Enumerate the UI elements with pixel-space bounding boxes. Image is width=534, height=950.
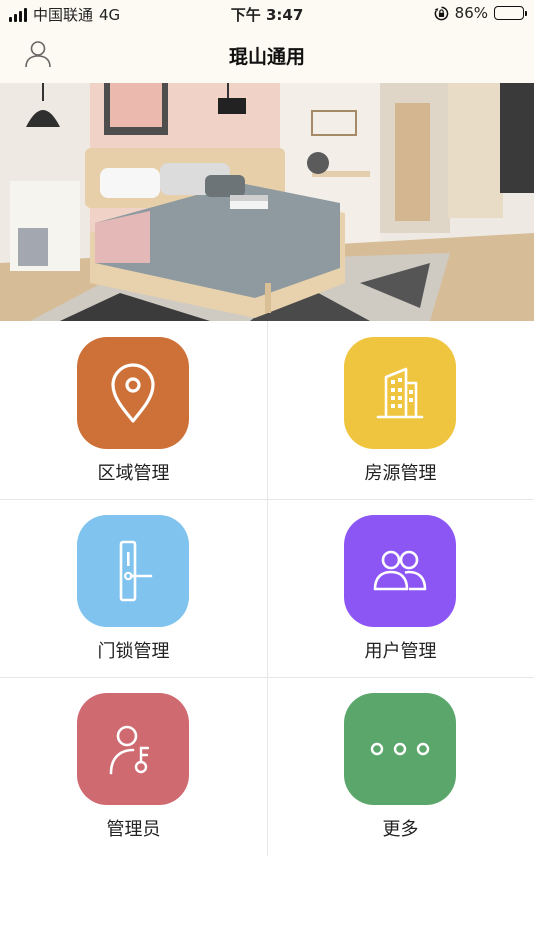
lock-management-tile[interactable] <box>77 515 189 627</box>
building-icon <box>376 367 424 419</box>
more-tile[interactable] <box>344 693 456 805</box>
user-icon[interactable] <box>22 38 54 70</box>
status-right: 86% <box>434 4 527 22</box>
page-title: 琨山通用 <box>228 46 305 68</box>
menu-item-more[interactable]: 更多 <box>267 677 534 855</box>
menu-item-label: 区域管理 <box>97 463 170 484</box>
menu-item-area-management[interactable]: 区域管理 <box>0 321 267 499</box>
menu-item-label: 更多 <box>382 819 419 840</box>
admin-key-icon <box>109 725 150 775</box>
bedroom-photo <box>0 83 534 321</box>
door-lock-icon <box>119 540 153 602</box>
nav-bar: 琨山通用 <box>0 28 534 83</box>
menu-grid: 区域管理 房源管理 门锁管理 用户管理 管理员 更多 <box>0 321 534 856</box>
property-management-tile[interactable] <box>344 337 456 449</box>
more-icon <box>370 742 430 756</box>
menu-item-label: 用户管理 <box>364 641 437 662</box>
menu-item-administrator[interactable]: 管理员 <box>0 677 267 855</box>
menu-item-label: 管理员 <box>106 819 161 840</box>
top-bar: 中国联通 4G 下午 3:47 86% 琨山通用 <box>0 0 534 83</box>
rotation-lock-icon <box>434 6 448 20</box>
administrator-tile[interactable] <box>77 693 189 805</box>
menu-item-label: 门锁管理 <box>97 641 170 662</box>
menu-item-user-management[interactable]: 用户管理 <box>267 499 534 677</box>
battery-percent: 86% <box>454 4 488 22</box>
user-management-tile[interactable] <box>344 515 456 627</box>
area-management-tile[interactable] <box>77 337 189 449</box>
location-pin-icon <box>111 363 155 423</box>
menu-item-lock-management[interactable]: 门锁管理 <box>0 499 267 677</box>
status-bar: 中国联通 4G 下午 3:47 86% <box>0 0 534 28</box>
users-icon <box>373 550 427 591</box>
battery-icon <box>494 6 527 20</box>
menu-item-label: 房源管理 <box>364 463 437 484</box>
menu-item-property-management[interactable]: 房源管理 <box>267 321 534 499</box>
